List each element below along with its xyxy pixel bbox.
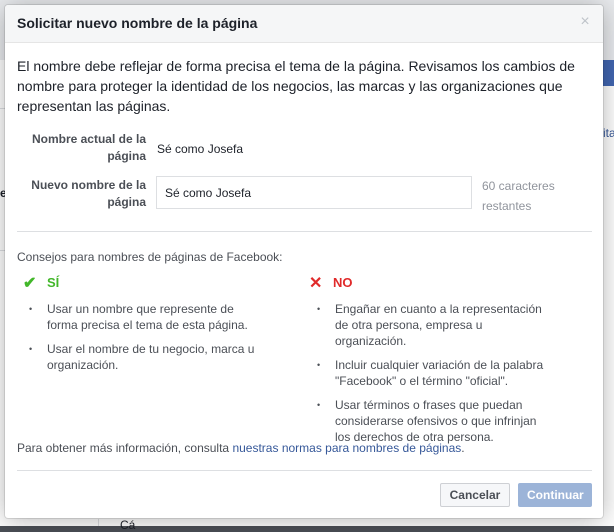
current-name-label-line: Nombre actual de la bbox=[31, 132, 146, 146]
more-info-prefix: Para obtener más información, consulta bbox=[17, 441, 233, 455]
rename-page-dialog: Solicitar nuevo nombre de la página × El… bbox=[5, 5, 603, 518]
more-info-text: Para obtener más información, consulta n… bbox=[17, 441, 465, 455]
list-item: Usar términos o frases que puedan consid… bbox=[305, 397, 545, 445]
page-name-rules-link[interactable]: nuestras normas para nombres de páginas bbox=[232, 441, 461, 455]
new-name-input[interactable] bbox=[156, 176, 472, 209]
list-item: Engañar en cuanto a la representación de… bbox=[305, 301, 545, 349]
yes-heading: SÍ bbox=[47, 275, 60, 290]
characters-remaining: 60 caracteres restantes bbox=[482, 176, 582, 216]
new-name-label-line: Nuevo nombre de la bbox=[31, 178, 146, 192]
list-item: Usar el nombre de tu negocio, marca u or… bbox=[17, 341, 257, 373]
cancel-button[interactable]: Cancelar bbox=[440, 483, 510, 507]
current-name-value: Sé como Josefa bbox=[157, 142, 244, 156]
dialog-header: Solicitar nuevo nombre de la página × bbox=[5, 5, 603, 43]
dialog-title: Solicitar nuevo nombre de la página bbox=[17, 15, 258, 31]
x-icon: ✕ bbox=[309, 275, 323, 292]
new-name-label: Nuevo nombre de la página bbox=[16, 177, 146, 211]
backdrop-text: ita bbox=[603, 126, 614, 140]
dialog-intro: El nombre debe reflejar de forma precisa… bbox=[17, 58, 575, 114]
yes-tips-list: Usar un nombre que represente de forma p… bbox=[17, 301, 257, 381]
tips-heading: Consejos para nombres de páginas de Face… bbox=[17, 250, 283, 264]
close-icon[interactable]: × bbox=[577, 13, 593, 31]
list-item: Usar un nombre que represente de forma p… bbox=[17, 301, 257, 333]
new-name-label-line: página bbox=[107, 195, 146, 209]
backdrop-divider bbox=[98, 519, 99, 526]
no-tips-list: Engañar en cuanto a la representación de… bbox=[305, 301, 545, 453]
list-item: Incluir cualquier variación de la palabr… bbox=[305, 357, 545, 389]
check-icon: ✔ bbox=[23, 275, 37, 292]
divider bbox=[17, 231, 592, 232]
footer-divider bbox=[17, 470, 592, 471]
more-info-suffix: . bbox=[461, 441, 465, 455]
characters-remaining-line: restantes bbox=[482, 199, 532, 213]
current-name-label-line: página bbox=[107, 149, 146, 163]
continue-button[interactable]: Continuar bbox=[518, 483, 592, 507]
backdrop-text: Cá bbox=[120, 518, 136, 532]
no-heading: NO bbox=[333, 275, 353, 290]
current-name-label: Nombre actual de la página bbox=[16, 131, 146, 165]
characters-remaining-line: 60 caracteres bbox=[482, 179, 555, 193]
